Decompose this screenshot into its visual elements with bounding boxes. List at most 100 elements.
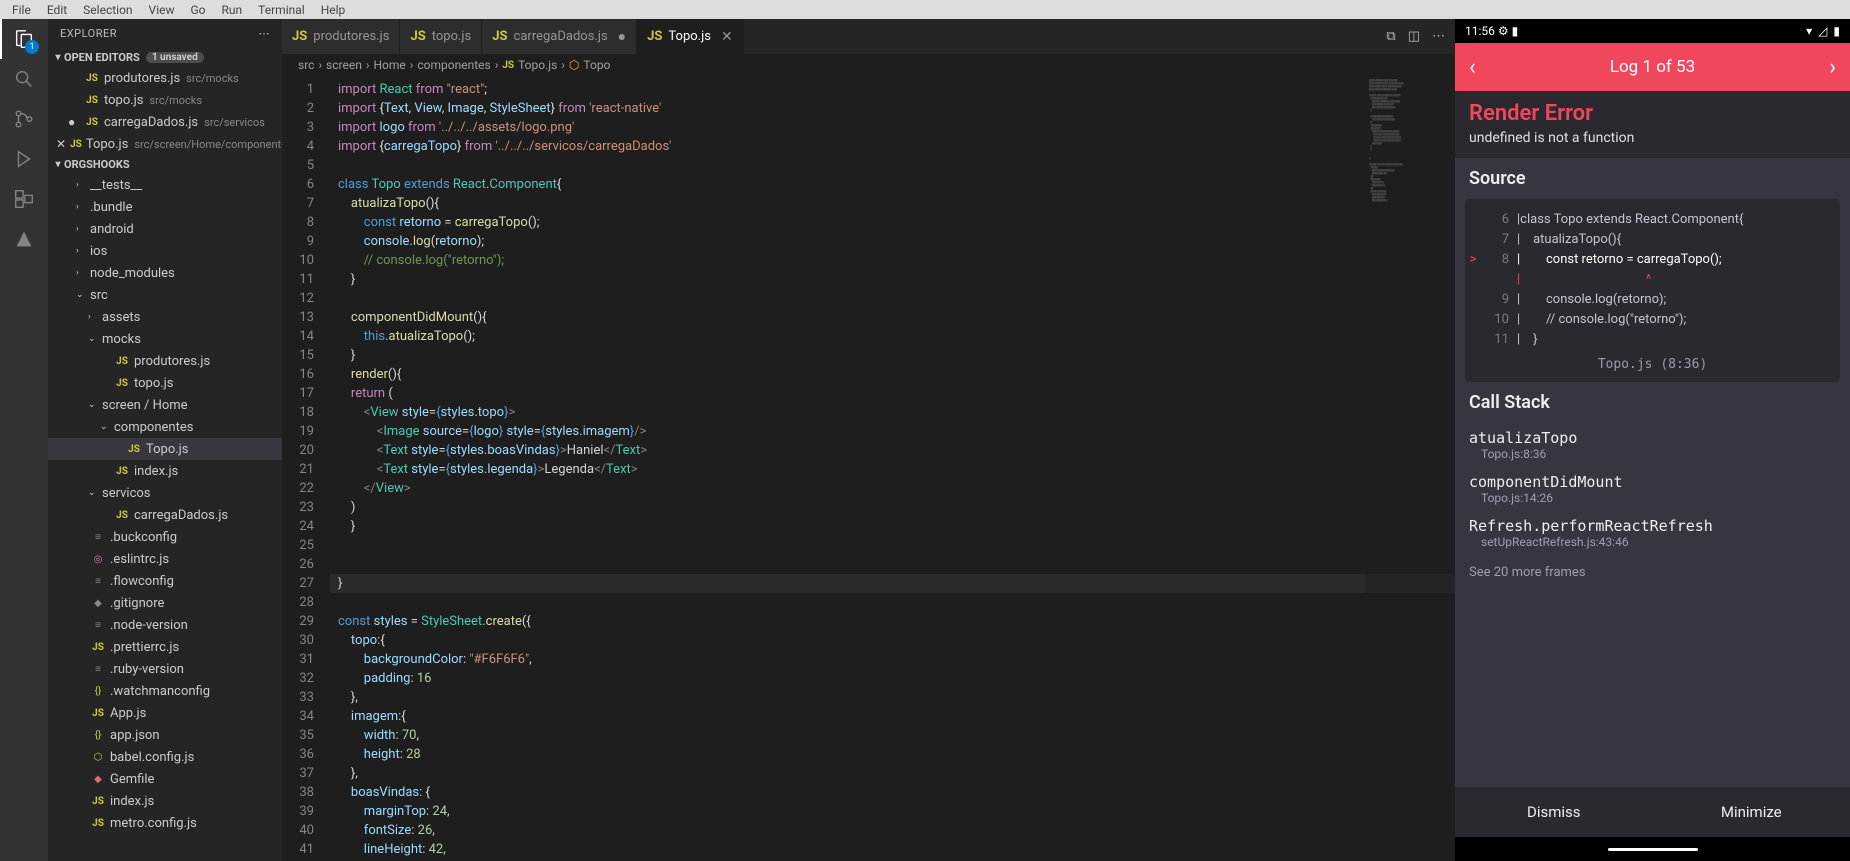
- error-header: ‹ Log 1 of 53 ›: [1455, 43, 1850, 91]
- dismiss-button[interactable]: Dismiss: [1455, 787, 1653, 837]
- search-icon[interactable]: [12, 67, 36, 91]
- minimize-button[interactable]: Minimize: [1653, 787, 1850, 837]
- more-icon[interactable]: ⋯: [1432, 29, 1445, 44]
- debug-icon[interactable]: [12, 147, 36, 171]
- split-icon[interactable]: ◫: [1408, 29, 1420, 44]
- file-item[interactable]: ≡.flowconfig: [48, 570, 282, 592]
- prev-log-icon[interactable]: ‹: [1469, 55, 1476, 80]
- extensions-icon[interactable]: [12, 187, 36, 211]
- breadcrumb-item[interactable]: Home: [373, 58, 405, 72]
- menu-edit[interactable]: Edit: [39, 3, 75, 17]
- open-editor-item[interactable]: JStopo.jssrc/mocks: [48, 89, 282, 111]
- source-line: 11| }: [1465, 329, 1840, 349]
- tab-actions: ⧉ ◫ ⋯: [1376, 19, 1455, 54]
- breadcrumb[interactable]: src›screen›Home›componentes›JS Topo.js›⬡…: [282, 54, 1455, 76]
- file-item[interactable]: ◆Gemfile: [48, 768, 282, 790]
- folder-item[interactable]: ⌄src: [48, 284, 282, 306]
- sidebar-title: EXPLORER: [60, 27, 117, 40]
- menu-selection[interactable]: Selection: [75, 3, 140, 17]
- folder-item[interactable]: ⌄mocks: [48, 328, 282, 350]
- folder-item[interactable]: ⌄componentes: [48, 416, 282, 438]
- menu-view[interactable]: View: [141, 3, 183, 17]
- next-log-icon[interactable]: ›: [1829, 55, 1836, 80]
- file-item[interactable]: JSindex.js: [48, 790, 282, 812]
- folder-item[interactable]: ›ios: [48, 240, 282, 262]
- source-line: 9| console.log(retorno);: [1465, 289, 1840, 309]
- see-more-frames[interactable]: See 20 more frames: [1455, 555, 1850, 590]
- open-editors-header[interactable]: ▾ OPEN EDITORS 1 unsaved: [48, 48, 282, 67]
- folder-item[interactable]: ›node_modules: [48, 262, 282, 284]
- error-message: undefined is not a function: [1455, 130, 1850, 158]
- folder-item[interactable]: ›.bundle: [48, 196, 282, 218]
- breadcrumb-item[interactable]: src: [298, 58, 314, 72]
- file-item[interactable]: JScarregaDados.js: [48, 504, 282, 526]
- folder-item[interactable]: ›android: [48, 218, 282, 240]
- tab-topo-js[interactable]: JStopo.js: [400, 19, 482, 54]
- open-editor-item[interactable]: JSprodutores.jssrc/mocks: [48, 67, 282, 89]
- minimap[interactable]: ████ █████ ████ ██████████ █████ ████ ██…: [1365, 76, 1455, 861]
- unsaved-badge: 1 unsaved: [146, 52, 204, 63]
- compare-icon[interactable]: ⧉: [1386, 29, 1395, 44]
- status-time: 11:56: [1465, 24, 1495, 38]
- menu-file[interactable]: File: [4, 3, 39, 17]
- file-item[interactable]: JSprodutores.js: [48, 350, 282, 372]
- source-label: Source: [1455, 158, 1850, 199]
- file-item[interactable]: JSTopo.js: [48, 438, 282, 460]
- gear-icon: ⚙: [1498, 24, 1509, 38]
- explorer-icon[interactable]: 1: [12, 27, 36, 51]
- tab-Topo-js[interactable]: JSTopo.js✕: [637, 19, 744, 54]
- file-item[interactable]: ◆.gitignore: [48, 592, 282, 614]
- scm-icon[interactable]: [12, 107, 36, 131]
- breadcrumb-item[interactable]: JS Topo.js: [502, 58, 557, 72]
- open-editor-item[interactable]: ●JScarregaDados.jssrc/servicos: [48, 111, 282, 133]
- file-item[interactable]: JS.prettierrc.js: [48, 636, 282, 658]
- log-counter: Log 1 of 53: [1610, 57, 1695, 77]
- file-item[interactable]: ≡.ruby-version: [48, 658, 282, 680]
- stack-frame[interactable]: atualizaTopoTopo.js:8:36: [1455, 423, 1850, 467]
- open-editor-item[interactable]: ✕JSTopo.jssrc/screen/Home/componentes: [48, 133, 282, 155]
- menu-run[interactable]: Run: [214, 3, 251, 17]
- source-line: >8| const retorno = carregaTopo();: [1465, 249, 1840, 269]
- editor: JSprodutores.jsJStopo.jsJScarregaDados.j…: [282, 19, 1455, 861]
- folder-item[interactable]: ›assets: [48, 306, 282, 328]
- code-editor[interactable]: import React from "react";import {Text, …: [330, 76, 1455, 861]
- menu-help[interactable]: Help: [313, 3, 354, 17]
- tab-carregaDados-js[interactable]: JScarregaDados.js●: [482, 19, 637, 54]
- stack-frame[interactable]: componentDidMountTopo.js:14:26: [1455, 467, 1850, 511]
- file-item[interactable]: ◎.eslintrc.js: [48, 548, 282, 570]
- clipboard-icon: ▮: [1512, 24, 1519, 38]
- folder-item[interactable]: ›__tests__: [48, 174, 282, 196]
- file-item[interactable]: JSindex.js: [48, 460, 282, 482]
- folder-item[interactable]: ⌄screen / Home: [48, 394, 282, 416]
- menu-go[interactable]: Go: [183, 3, 214, 17]
- workspace-header[interactable]: ▾ ORGSHOOKS: [48, 155, 282, 174]
- emulator: 11:56 ⚙ ▮ ▾◿▮ ‹ Log 1 of 53 › Render Err…: [1455, 19, 1850, 861]
- source-line: 6|class Topo extends React.Component{: [1465, 209, 1840, 229]
- source-line: 10| // console.log("retorno");: [1465, 309, 1840, 329]
- breadcrumb-item[interactable]: screen: [326, 58, 362, 72]
- file-item[interactable]: ⬡babel.config.js: [48, 746, 282, 768]
- file-item[interactable]: JStopo.js: [48, 372, 282, 394]
- explorer-badge: 1: [25, 40, 38, 54]
- tab-produtores-js[interactable]: JSprodutores.js: [282, 19, 400, 54]
- sidebar-more-icon[interactable]: ⋯: [259, 27, 271, 40]
- nav-pill[interactable]: [1608, 848, 1698, 851]
- source-block: 6|class Topo extends React.Component{7| …: [1465, 199, 1840, 382]
- nav-bar: [1455, 837, 1850, 861]
- file-item[interactable]: {}.watchmanconfig: [48, 680, 282, 702]
- menu-terminal[interactable]: Terminal: [250, 3, 313, 17]
- source-line: 7| atualizaTopo(){: [1465, 229, 1840, 249]
- wifi-icon: ▾: [1806, 24, 1812, 38]
- triangle-icon[interactable]: [12, 227, 36, 251]
- file-item[interactable]: ≡.buckconfig: [48, 526, 282, 548]
- gutter: 1234567891011121314151617181920212223242…: [282, 76, 330, 861]
- breadcrumb-item[interactable]: componentes: [417, 58, 490, 72]
- file-item[interactable]: ≡.node-version: [48, 614, 282, 636]
- sidebar: EXPLORER ⋯ ▾ OPEN EDITORS 1 unsaved JSpr…: [48, 19, 282, 861]
- file-item[interactable]: JSmetro.config.js: [48, 812, 282, 834]
- folder-item[interactable]: ⌄servicos: [48, 482, 282, 504]
- breadcrumb-item[interactable]: ⬡ Topo: [569, 58, 611, 72]
- file-item[interactable]: JSApp.js: [48, 702, 282, 724]
- file-item[interactable]: {}app.json: [48, 724, 282, 746]
- stack-frame[interactable]: Refresh.performReactRefreshsetUpReactRef…: [1455, 511, 1850, 555]
